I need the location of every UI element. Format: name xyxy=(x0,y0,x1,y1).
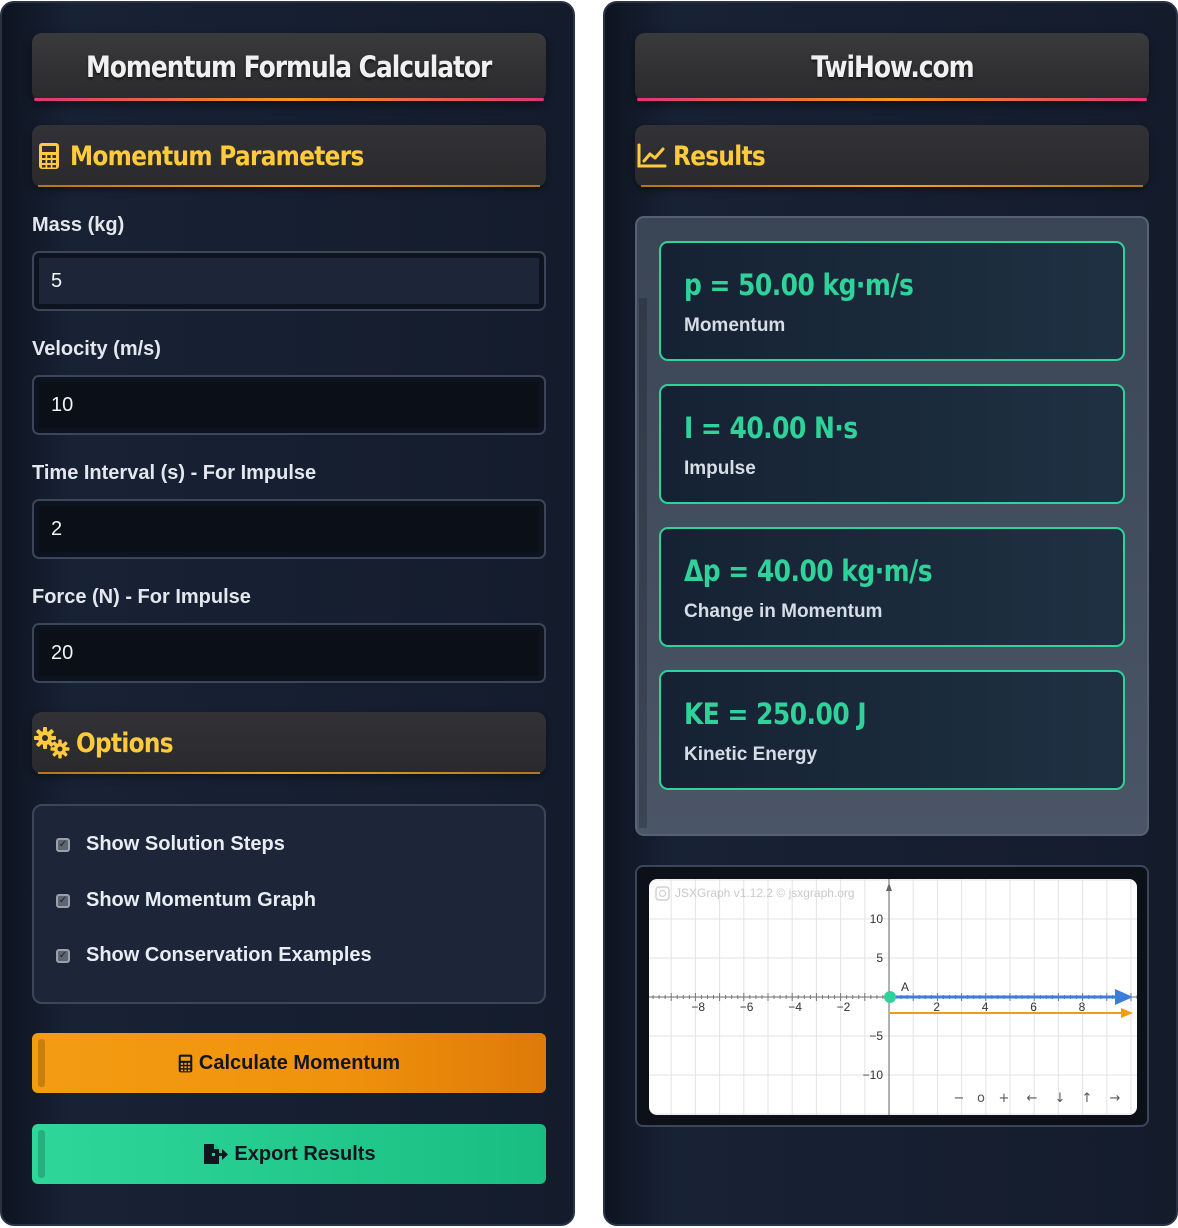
option-label: Show Momentum Graph xyxy=(86,889,316,911)
x-tick-label: 2 xyxy=(933,1000,940,1014)
result-caption: Change in Momentum xyxy=(684,601,883,622)
time-interval-label: Time Interval (s) - For Impulse xyxy=(32,462,317,484)
parameters-heading: Momentum Parameters xyxy=(32,125,546,187)
x-tick-label: −6 xyxy=(740,1000,754,1014)
result-value: Δp = 40.00 kg·m/s xyxy=(684,554,933,588)
zoom-out-button[interactable]: − xyxy=(954,1091,965,1106)
velocity-field-wrapper xyxy=(32,375,546,435)
calculator-panel: Momentum Formula Calculator Momentum Par… xyxy=(0,1,575,1226)
result-change-in-momentum: Δp = 40.00 kg·m/s Change in Momentum xyxy=(659,527,1125,647)
results-heading-text: Results xyxy=(673,140,766,172)
option-show-solution-steps[interactable]: ✓ Show Solution Steps xyxy=(56,833,285,856)
option-show-conservation-examples[interactable]: ✓ Show Conservation Examples xyxy=(56,944,372,967)
option-show-momentum-graph[interactable]: ✓ Show Momentum Graph xyxy=(56,889,316,912)
velocity-input[interactable] xyxy=(39,382,539,428)
point-label: A xyxy=(901,980,909,994)
mass-field-wrapper xyxy=(32,251,546,311)
options-heading: Options xyxy=(32,712,546,774)
x-tick-label: 4 xyxy=(982,1000,989,1014)
export-button[interactable]: Export Results xyxy=(32,1124,546,1184)
calculator-icon xyxy=(32,139,66,173)
pan-up-button[interactable]: ↑ xyxy=(1082,1091,1093,1106)
y-axis-arrowhead xyxy=(886,883,892,891)
checkbox-momentum-graph[interactable]: ✓ xyxy=(56,893,70,908)
file-export-icon xyxy=(202,1143,229,1165)
result-momentum: p = 50.00 kg·m/s Momentum xyxy=(659,241,1125,361)
y-tick-label: 5 xyxy=(876,951,883,965)
options-heading-text: Options xyxy=(76,727,174,759)
momentum-graph[interactable]: −8 −6 −4 −2 2 4 6 8 10 5 −5 −10 JSXGraph v1.12.2 © … xyxy=(649,879,1137,1115)
velocity-label: Velocity (m/s) xyxy=(32,338,161,360)
y-tick-label: 10 xyxy=(870,912,884,926)
result-caption: Impulse xyxy=(684,458,756,479)
x-tick-label: −8 xyxy=(691,1000,705,1014)
results-heading: Results xyxy=(635,125,1149,187)
pan-down-button[interactable]: ↓ xyxy=(1055,1091,1066,1106)
site-title: TwiHow.com xyxy=(810,50,974,84)
time-interval-field-wrapper xyxy=(32,499,546,559)
export-button-label: Export Results xyxy=(234,1142,376,1165)
jsxgraph-watermark: JSXGraph v1.12.2 © jsxgraph.org xyxy=(675,886,855,900)
parameters-heading-text: Momentum Parameters xyxy=(70,140,364,172)
force-field-wrapper xyxy=(32,623,546,683)
checkbox-conservation-examples[interactable]: ✓ xyxy=(56,948,70,963)
option-label: Show Solution Steps xyxy=(86,833,285,855)
result-kinetic-energy: KE = 250.00 J Kinetic Energy xyxy=(659,670,1125,790)
mass-label: Mass (kg) xyxy=(32,214,125,236)
origin-point[interactable] xyxy=(884,991,896,1003)
options-box: ✓ Show Solution Steps ✓ Show Momentum Gr… xyxy=(32,804,546,1004)
calculate-button-label: Calculate Momentum xyxy=(198,1051,401,1074)
calculator-icon xyxy=(178,1054,193,1073)
calculate-button[interactable]: Calculate Momentum xyxy=(32,1033,546,1093)
results-container: p = 50.00 kg·m/s Momentum I = 40.00 N·s … xyxy=(635,216,1149,836)
jsxgraph-logo-icon xyxy=(655,886,670,901)
graph-container: −8 −6 −4 −2 2 4 6 8 10 5 −5 −10 JSXGraph v1.12.2 © … xyxy=(635,865,1149,1127)
option-label: Show Conservation Examples xyxy=(86,944,372,966)
result-value: KE = 250.00 J xyxy=(684,697,867,731)
momentum-graph-canvas[interactable]: −8 −6 −4 −2 2 4 6 8 10 5 −5 −10 JSXGraph v1.12.2 © … xyxy=(649,879,1137,1115)
time-interval-input[interactable] xyxy=(39,506,539,552)
x-tick-label: −2 xyxy=(837,1000,851,1014)
checkbox-solution-steps[interactable]: ✓ xyxy=(56,837,70,852)
chart-line-icon xyxy=(635,139,669,173)
results-panel: TwiHow.com Results p = 50.00 kg·m/s Mome… xyxy=(603,1,1178,1226)
pan-right-button[interactable]: → xyxy=(1110,1091,1121,1106)
site-title-bar: TwiHow.com xyxy=(635,33,1149,101)
cogs-icon xyxy=(32,726,72,760)
y-tick-label: −10 xyxy=(863,1068,884,1082)
force-input[interactable] xyxy=(39,630,539,676)
force-label: Force (N) - For Impulse xyxy=(32,586,251,608)
result-value: p = 50.00 kg·m/s xyxy=(684,268,914,302)
result-value: I = 40.00 N·s xyxy=(684,411,858,445)
x-tick-label: 6 xyxy=(1030,1000,1037,1014)
momentum-arrowhead xyxy=(1115,989,1133,1005)
y-tick-label: −5 xyxy=(869,1029,883,1043)
result-caption: Momentum xyxy=(684,315,786,336)
result-caption: Kinetic Energy xyxy=(684,744,818,765)
mass-input[interactable] xyxy=(39,258,539,304)
zoom-reset-button[interactable]: o xyxy=(977,1091,985,1106)
x-tick-label: −4 xyxy=(788,1000,802,1014)
zoom-in-button[interactable]: + xyxy=(999,1091,1010,1106)
result-impulse: I = 40.00 N·s Impulse xyxy=(659,384,1125,504)
calculator-title-bar: Momentum Formula Calculator xyxy=(32,33,546,101)
calculator-title: Momentum Formula Calculator xyxy=(86,50,492,84)
pan-left-button[interactable]: ← xyxy=(1027,1091,1038,1106)
x-tick-label: 8 xyxy=(1079,1000,1086,1014)
